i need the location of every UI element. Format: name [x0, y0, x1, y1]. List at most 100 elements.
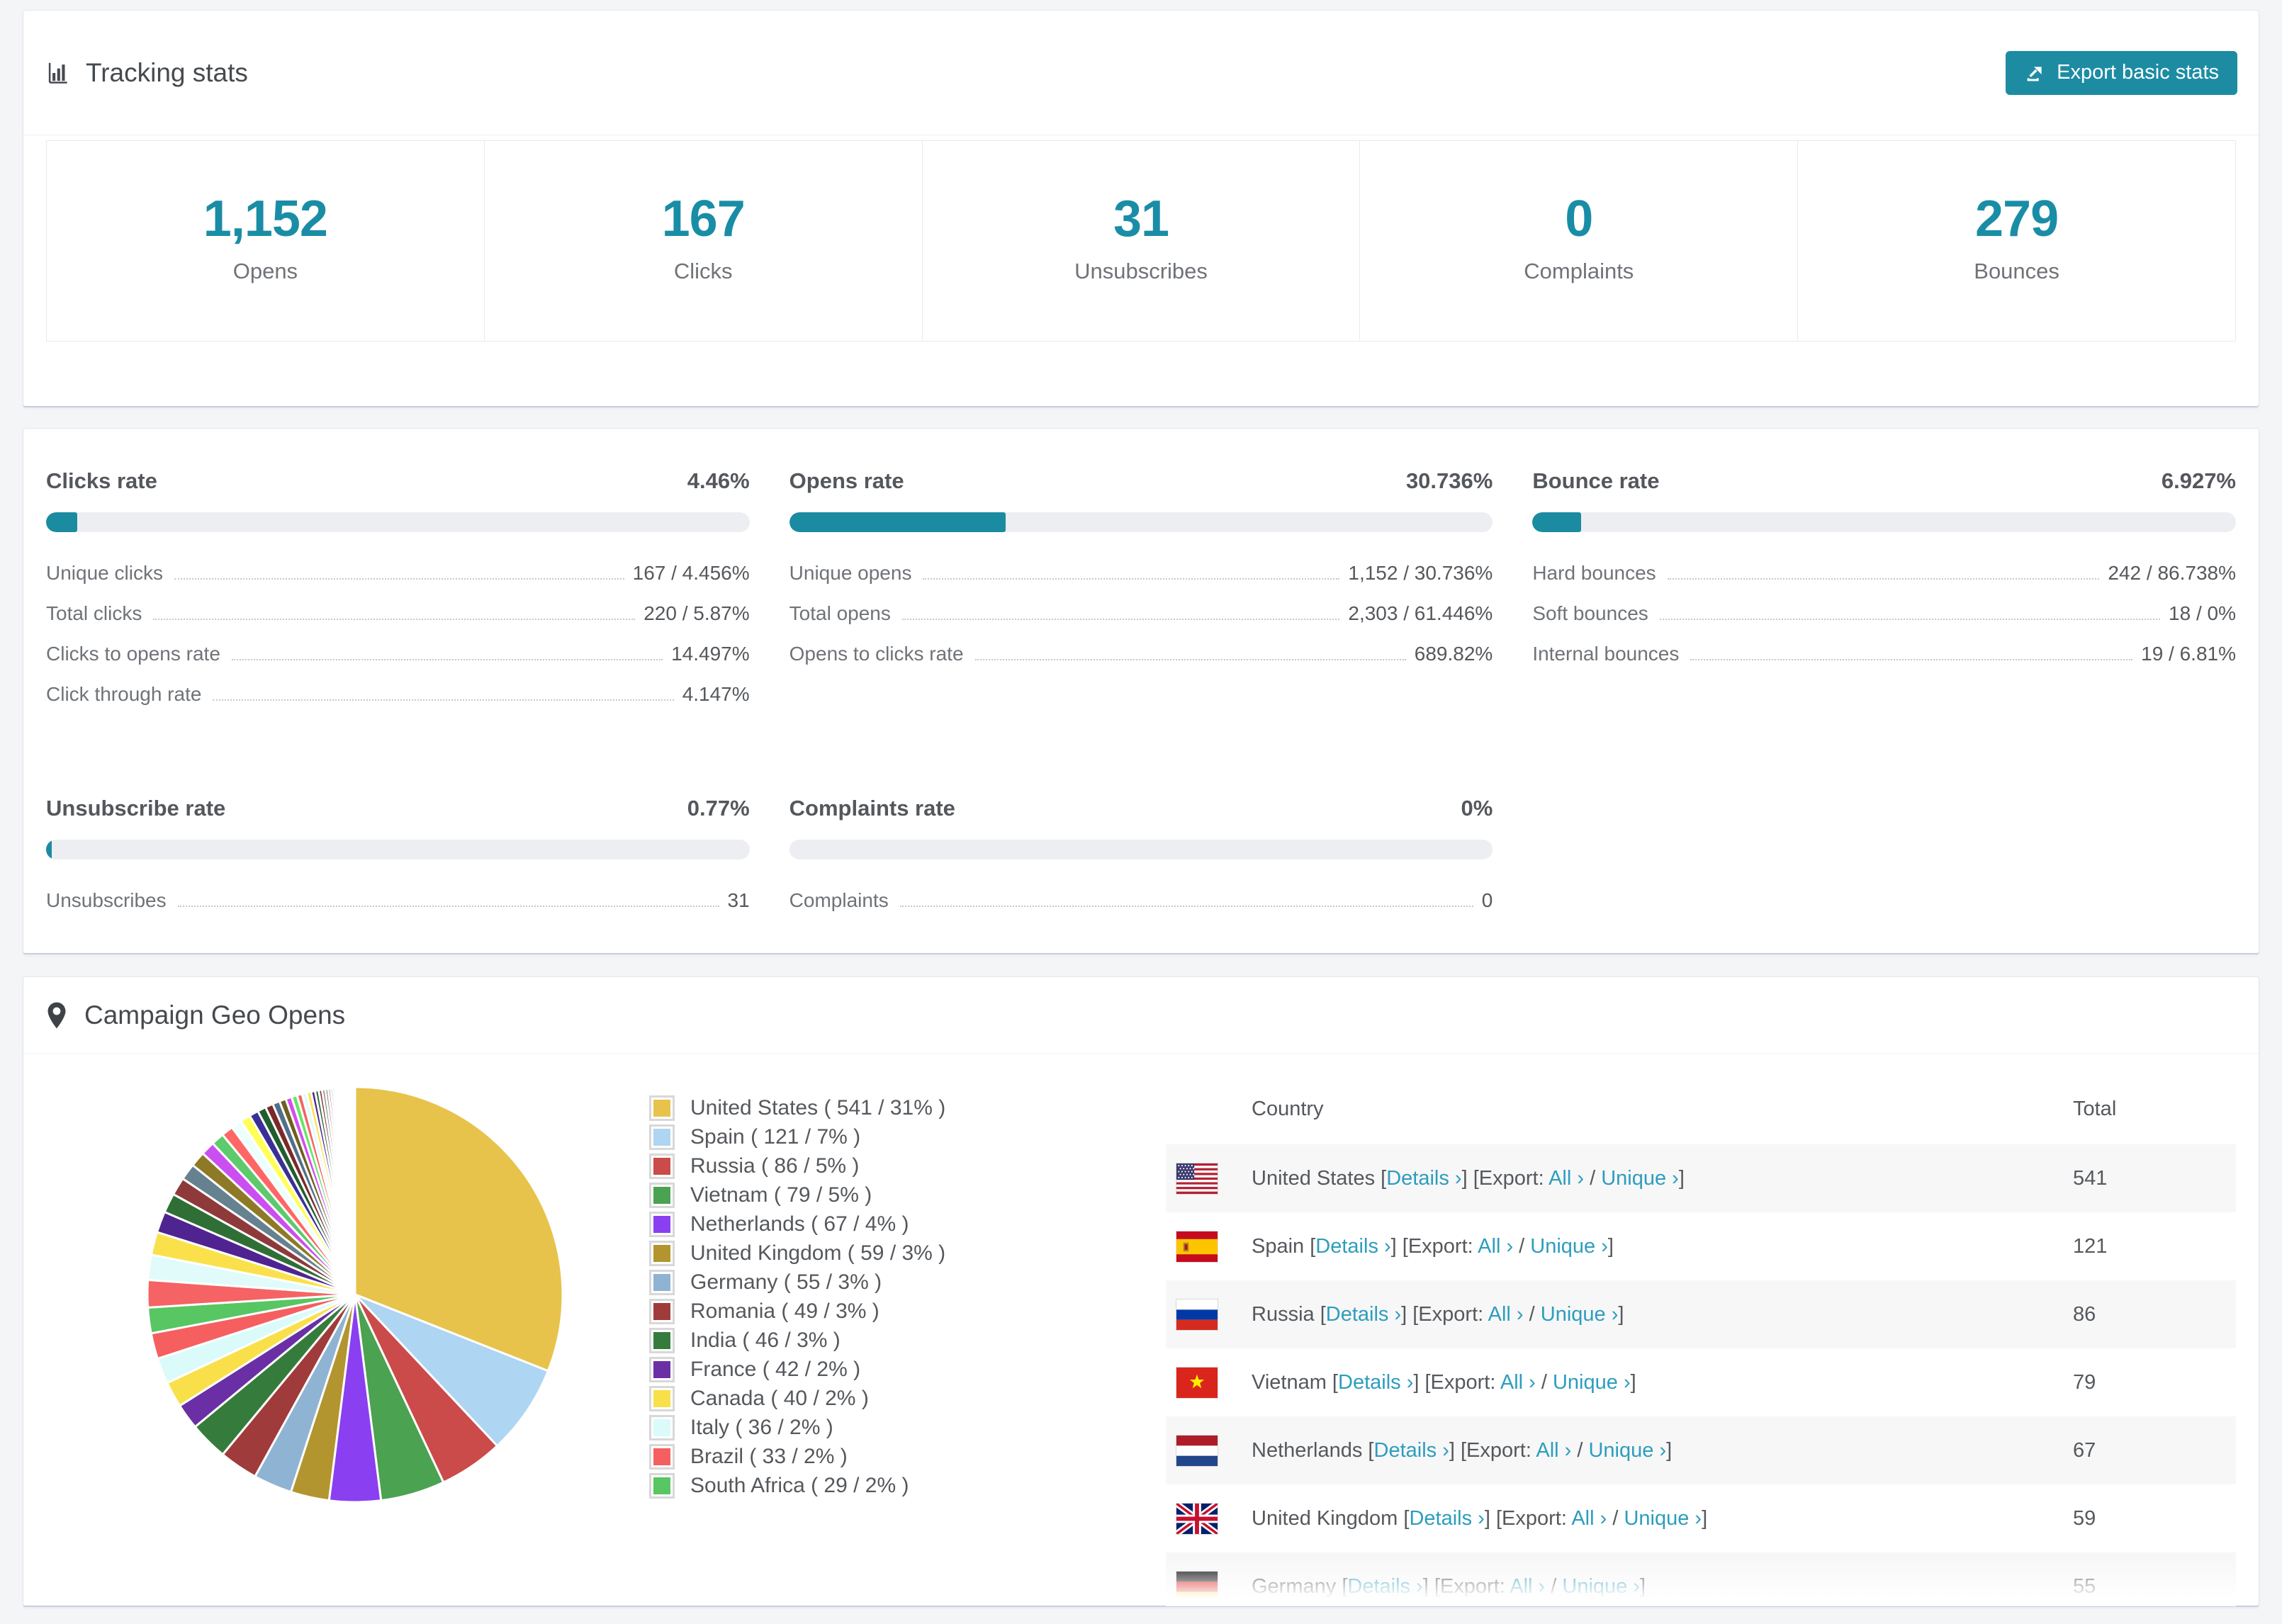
export-unique-link[interactable]: Unique ›: [1601, 1167, 1679, 1190]
legend-swatch: [649, 1356, 675, 1382]
bracket: [: [1336, 1574, 1348, 1598]
bracket: [: [1398, 1506, 1410, 1530]
rate-detail-row: Clicks to opens rate 14.497%: [46, 643, 750, 683]
legend-item: Brazil ( 33 / 2% ): [649, 1442, 945, 1471]
legend-item: United Kingdom ( 59 / 3% ): [649, 1239, 945, 1268]
export-unique-link[interactable]: Unique ›: [1624, 1507, 1702, 1530]
export-prefix: ] [Export:: [1484, 1506, 1572, 1530]
legend-label: India ( 46 / 3% ): [690, 1328, 841, 1352]
rate-card-opens-rate: Opens rate 30.736% Unique opens 1,152 / 30.…: [789, 468, 1493, 723]
flag-ru-icon: [1176, 1299, 1218, 1330]
column-header-total: Total: [2073, 1097, 2117, 1120]
stat-label: Clicks: [673, 259, 733, 283]
rate-value: 30.736%: [1405, 468, 1493, 493]
slash-separator: /: [1523, 1302, 1541, 1326]
rate-detail-row: Hard bounces 242 / 86.738%: [1532, 562, 2236, 602]
total-value: 67: [2073, 1438, 2096, 1462]
details-link[interactable]: Details ›: [1326, 1303, 1401, 1326]
rate-card-clicks-rate: Clicks rate 4.46% Unique clicks 167 / 4.456…: [46, 468, 750, 723]
progress-bar: [46, 840, 750, 859]
export-basic-stats-button[interactable]: Export basic stats: [2006, 50, 2237, 95]
rates-card: Clicks rate 4.46% Unique clicks 167 / 4.456…: [23, 428, 2259, 954]
legend-item: Romania ( 49 / 3% ): [649, 1297, 945, 1326]
rate-detail-label: Hard bounces: [1532, 562, 1656, 584]
rates-grid: Clicks rate 4.46% Unique clicks 167 / 4.456…: [23, 429, 2259, 930]
details-link[interactable]: Details ›: [1347, 1575, 1422, 1598]
export-unique-link[interactable]: Unique ›: [1553, 1371, 1631, 1394]
stat-value: 31: [1113, 191, 1169, 247]
country-name: Germany: [1252, 1574, 1337, 1598]
rate-detail-value: 167 / 4.456%: [632, 562, 750, 584]
total-value: 55: [2073, 1574, 2096, 1598]
details-link[interactable]: Details ›: [1315, 1235, 1390, 1258]
tracking-stats-card: Tracking stats Export basic stats 1,152 O…: [23, 10, 2259, 407]
details-link[interactable]: Details ›: [1374, 1439, 1449, 1462]
export-all-link[interactable]: All ›: [1548, 1167, 1584, 1190]
legend-swatch: [649, 1095, 675, 1121]
export-unique-link[interactable]: Unique ›: [1541, 1303, 1619, 1326]
stat-value: 1,152: [203, 191, 328, 247]
export-unique-link[interactable]: Unique ›: [1562, 1575, 1640, 1598]
rate-detail-value: 689.82%: [1414, 643, 1493, 665]
legend-swatch: [649, 1298, 675, 1324]
column-header-country: Country: [1252, 1097, 1324, 1120]
export-all-link[interactable]: All ›: [1510, 1575, 1545, 1598]
export-all-link[interactable]: All ›: [1536, 1439, 1571, 1462]
bar-chart-icon: [48, 62, 67, 84]
legend-label: South Africa ( 29 / 2% ): [690, 1473, 909, 1497]
details-link[interactable]: Details ›: [1409, 1507, 1484, 1530]
export-all-link[interactable]: All ›: [1571, 1507, 1607, 1530]
table-row-vn: Vietnam [Details ›] [Export: All › / Uni…: [1166, 1348, 2236, 1416]
rate-card-complaints-rate: Complaints rate 0% Complaints 0: [789, 796, 1493, 930]
legend-label: Romania ( 49 / 3% ): [690, 1299, 879, 1323]
map-pin-icon: [47, 1002, 66, 1028]
stat-value: 167: [661, 191, 746, 247]
dotted-leader: [974, 659, 1406, 660]
dotted-leader: [177, 906, 719, 907]
rate-detail-row: Unsubscribes 31: [46, 889, 750, 930]
export-all-link[interactable]: All ›: [1478, 1235, 1513, 1258]
stats-row: 1,152 Opens 167 Clicks 31 Unsubscribes 0 Compla…: [46, 140, 2236, 342]
rate-detail-value: 18 / 0%: [2169, 602, 2236, 624]
export-unique-link[interactable]: Unique ›: [1530, 1235, 1608, 1258]
flag-nl-icon: [1176, 1435, 1218, 1466]
rate-value: 0%: [1461, 796, 1493, 821]
rate-value: 0.77%: [687, 796, 750, 821]
legend-item: Spain ( 121 / 7% ): [649, 1122, 945, 1151]
country-name: Netherlands: [1252, 1438, 1363, 1462]
bracket: [: [1304, 1234, 1316, 1258]
export-unique-link[interactable]: Unique ›: [1588, 1439, 1666, 1462]
slash-separator: /: [1607, 1506, 1624, 1530]
slash-separator: /: [1535, 1370, 1553, 1394]
rate-title: Bounce rate: [1532, 468, 1660, 493]
campaign-geo-opens-card: Campaign Geo Opens United States ( 541 /…: [23, 976, 2259, 1607]
bracket: [: [1314, 1302, 1326, 1326]
dotted-leader: [923, 578, 1340, 580]
details-link[interactable]: Details ›: [1386, 1167, 1461, 1190]
export-all-link[interactable]: All ›: [1500, 1371, 1536, 1394]
details-link[interactable]: Details ›: [1338, 1371, 1413, 1394]
flag-gb-icon: [1174, 1500, 1220, 1537]
rate-detail-label: Complaints: [789, 889, 889, 911]
dotted-leader: [1659, 619, 2161, 620]
table-row-us: United States [Details ›] [Export: All ›…: [1166, 1144, 2236, 1212]
legend-item: South Africa ( 29 / 2% ): [649, 1471, 945, 1500]
stat-label: Opens: [232, 259, 298, 283]
legend-label: Brazil ( 33 / 2% ): [690, 1444, 848, 1468]
legend-label: United Kingdom ( 59 / 3% ): [690, 1241, 946, 1265]
country-cell: United Kingdom [Details ›] [Export: All …: [1252, 1507, 2073, 1530]
rate-detail-value: 0: [1481, 889, 1493, 911]
pie-slice[interactable]: [353, 1086, 356, 1295]
country-cell: Netherlands [Details ›] [Export: All › /…: [1252, 1439, 2073, 1462]
legend-item: France ( 42 / 2% ): [649, 1355, 945, 1384]
rate-detail-label: Click through rate: [46, 683, 202, 705]
stat-label: Unsubscribes: [1074, 259, 1208, 283]
country-name: United States: [1252, 1166, 1376, 1190]
rate-detail-value: 2,303 / 61.446%: [1348, 602, 1493, 624]
bracket: [: [1326, 1370, 1338, 1394]
country-name: United Kingdom: [1252, 1506, 1398, 1530]
export-prefix: ] [Export:: [1449, 1438, 1536, 1462]
export-all-link[interactable]: All ›: [1488, 1303, 1524, 1326]
stat-box-bounces: 279 Bounces: [1798, 141, 2235, 341]
legend-label: Russia ( 86 / 5% ): [690, 1154, 860, 1178]
